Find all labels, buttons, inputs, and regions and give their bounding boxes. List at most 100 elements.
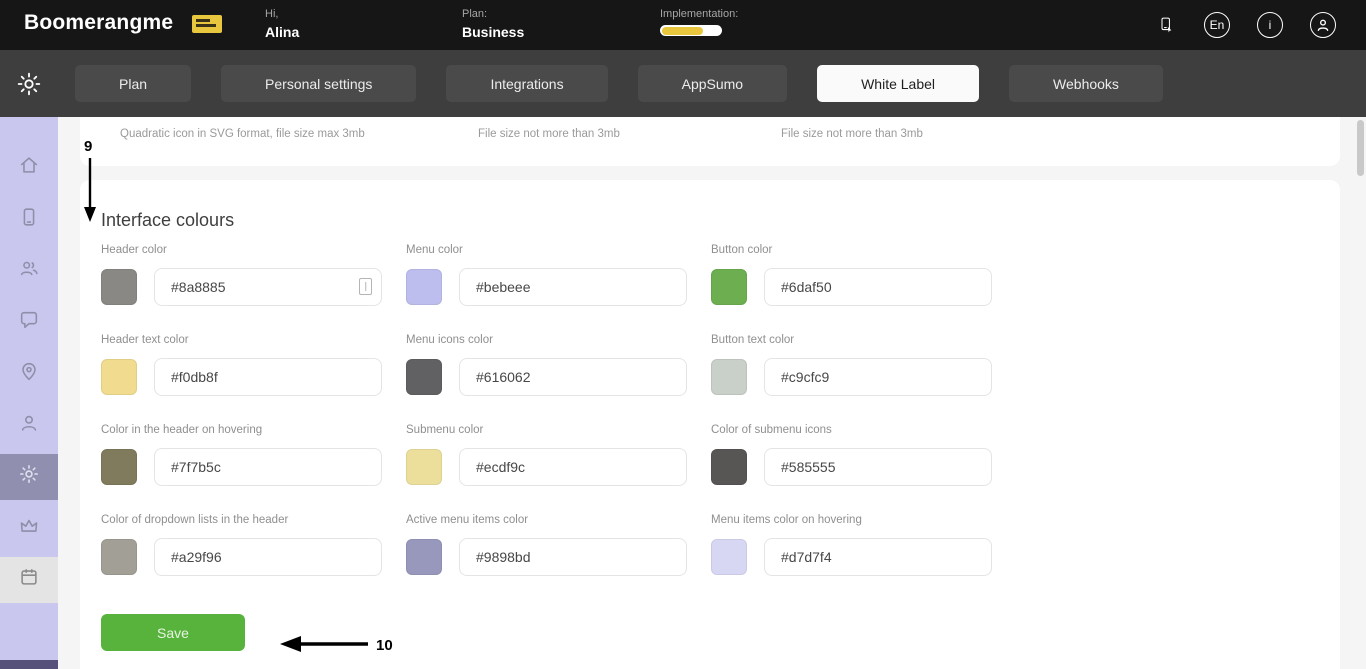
implementation-progress-fill	[661, 26, 703, 35]
interface-colours-card: Interface colours Header color Menu color…	[80, 180, 1340, 669]
implementation-progress	[660, 25, 722, 36]
color-input[interactable]	[764, 448, 992, 486]
home-icon	[18, 154, 40, 181]
language-icon[interactable]: En	[1204, 12, 1230, 38]
color-input-wrap	[154, 538, 382, 576]
color-swatch[interactable]	[711, 449, 747, 485]
tab-integrations[interactable]: Integrations	[446, 65, 608, 102]
color-input[interactable]	[764, 358, 992, 396]
sidebar-item-gear[interactable]	[0, 453, 58, 500]
main-content: Quadratic icon in SVG format, file size …	[58, 117, 1366, 669]
user-greeting: Hi, Alina	[265, 8, 299, 40]
upload-note-2: File size not more than 3mb	[478, 128, 620, 140]
sidebar-items	[0, 145, 58, 603]
color-swatch[interactable]	[406, 539, 442, 575]
field-label: Submenu color	[406, 424, 484, 436]
gear-icon	[18, 463, 40, 490]
greeting-label: Hi,	[265, 8, 279, 20]
crown-icon	[18, 515, 40, 542]
color-swatch[interactable]	[711, 359, 747, 395]
field-label: Active menu items color	[406, 514, 529, 526]
sidebar-item-calendar[interactable]	[0, 556, 58, 603]
color-field-color-in-the-header-on-hovering: Color in the header on hovering	[101, 424, 382, 486]
color-swatch[interactable]	[711, 269, 747, 305]
color-input-wrap	[459, 538, 687, 576]
implementation-block: Implementation:	[660, 8, 738, 36]
color-field-menu-icons-color: Menu icons color	[406, 334, 687, 396]
color-input-wrap	[154, 268, 382, 306]
sidebar-item-users[interactable]	[0, 248, 58, 294]
color-swatch[interactable]	[406, 449, 442, 485]
implementation-label: Implementation:	[660, 8, 739, 20]
color-field-menu-items-color-on-hovering: Menu items color on hovering	[711, 514, 992, 576]
color-input[interactable]	[459, 448, 687, 486]
section-title: Interface colours	[101, 210, 235, 230]
color-input-wrap	[154, 448, 382, 486]
color-field-header-color: Header color	[101, 244, 382, 306]
field-label: Menu icons color	[406, 334, 493, 346]
tab-webhooks[interactable]: Webhooks	[1009, 65, 1163, 102]
sidebar-item-person[interactable]	[0, 402, 58, 448]
settings-navbar: Plan Personal settings Integrations AppSumo…	[0, 50, 1366, 117]
upload-note-1: Quadratic icon in SVG format, file size …	[120, 128, 365, 140]
color-swatch[interactable]	[101, 359, 137, 395]
color-input[interactable]	[764, 538, 992, 576]
color-swatch[interactable]	[711, 539, 747, 575]
color-picker-icon[interactable]	[359, 278, 372, 295]
color-field-menu-color: Menu color	[406, 244, 687, 306]
sidebar-item-location[interactable]	[0, 351, 58, 397]
gear-icon[interactable]	[16, 71, 42, 97]
sidebar-item-crown[interactable]	[0, 505, 58, 551]
save-button[interactable]: Save	[101, 614, 245, 651]
app-logo[interactable]: Boomerangme	[24, 11, 173, 35]
color-input[interactable]	[154, 268, 382, 306]
info-icon[interactable]: i	[1257, 12, 1283, 38]
header-icons: En i	[1155, 12, 1336, 38]
color-field-color-of-submenu-icons: Color of submenu icons	[711, 424, 992, 486]
color-input-wrap	[764, 358, 992, 396]
color-input-wrap	[764, 538, 992, 576]
upload-hints-card: Quadratic icon in SVG format, file size …	[80, 117, 1340, 166]
vertical-scrollbar-thumb[interactable]	[1357, 120, 1364, 176]
chat-icon	[18, 309, 40, 336]
users-icon	[18, 257, 40, 284]
field-label: Header text color	[101, 334, 189, 346]
plan-value: Business	[462, 24, 525, 40]
color-swatch[interactable]	[101, 449, 137, 485]
color-swatch[interactable]	[406, 359, 442, 395]
color-input[interactable]	[154, 448, 382, 486]
mobile-preview-icon[interactable]	[1155, 12, 1177, 38]
plan-block: Plan: Business	[462, 8, 524, 40]
color-input-wrap	[459, 268, 687, 306]
tab-appsumo[interactable]: AppSumo	[637, 65, 788, 102]
field-label: Color of dropdown lists in the header	[101, 514, 289, 526]
color-field-submenu-color: Submenu color	[406, 424, 687, 486]
tab-plan[interactable]: Plan	[75, 65, 192, 102]
field-label: Menu color	[406, 244, 463, 256]
color-input[interactable]	[154, 538, 382, 576]
page: Boomerangme Hi, Alina Plan: Business Imp…	[0, 0, 1366, 669]
account-icon[interactable]	[1310, 12, 1336, 38]
color-input-wrap	[459, 358, 687, 396]
color-input[interactable]	[459, 358, 687, 396]
field-label: Color in the header on hovering	[101, 424, 263, 436]
color-fields-grid: Header color Menu color Button color Header…	[101, 244, 1340, 604]
sidebar-item-home[interactable]	[0, 145, 58, 191]
color-swatch[interactable]	[406, 269, 442, 305]
tab-personal-settings[interactable]: Personal settings	[221, 65, 417, 102]
color-input[interactable]	[459, 538, 687, 576]
sidebar-item-chat[interactable]	[0, 299, 58, 345]
sidebar-bottom-strip	[0, 660, 58, 669]
color-input[interactable]	[459, 268, 687, 306]
device-icon	[18, 206, 40, 233]
color-swatch[interactable]	[101, 269, 137, 305]
color-input-wrap	[154, 358, 382, 396]
color-field-color-of-dropdown-lists-in-the-header: Color of dropdown lists in the header	[101, 514, 382, 576]
tab-white-label[interactable]: White Label	[817, 65, 980, 102]
color-swatch[interactable]	[101, 539, 137, 575]
sidebar-item-device[interactable]	[0, 196, 58, 242]
color-field-button-text-color: Button text color	[711, 334, 992, 396]
color-input[interactable]	[764, 268, 992, 306]
field-label: Menu items color on hovering	[711, 514, 862, 526]
color-input[interactable]	[154, 358, 382, 396]
